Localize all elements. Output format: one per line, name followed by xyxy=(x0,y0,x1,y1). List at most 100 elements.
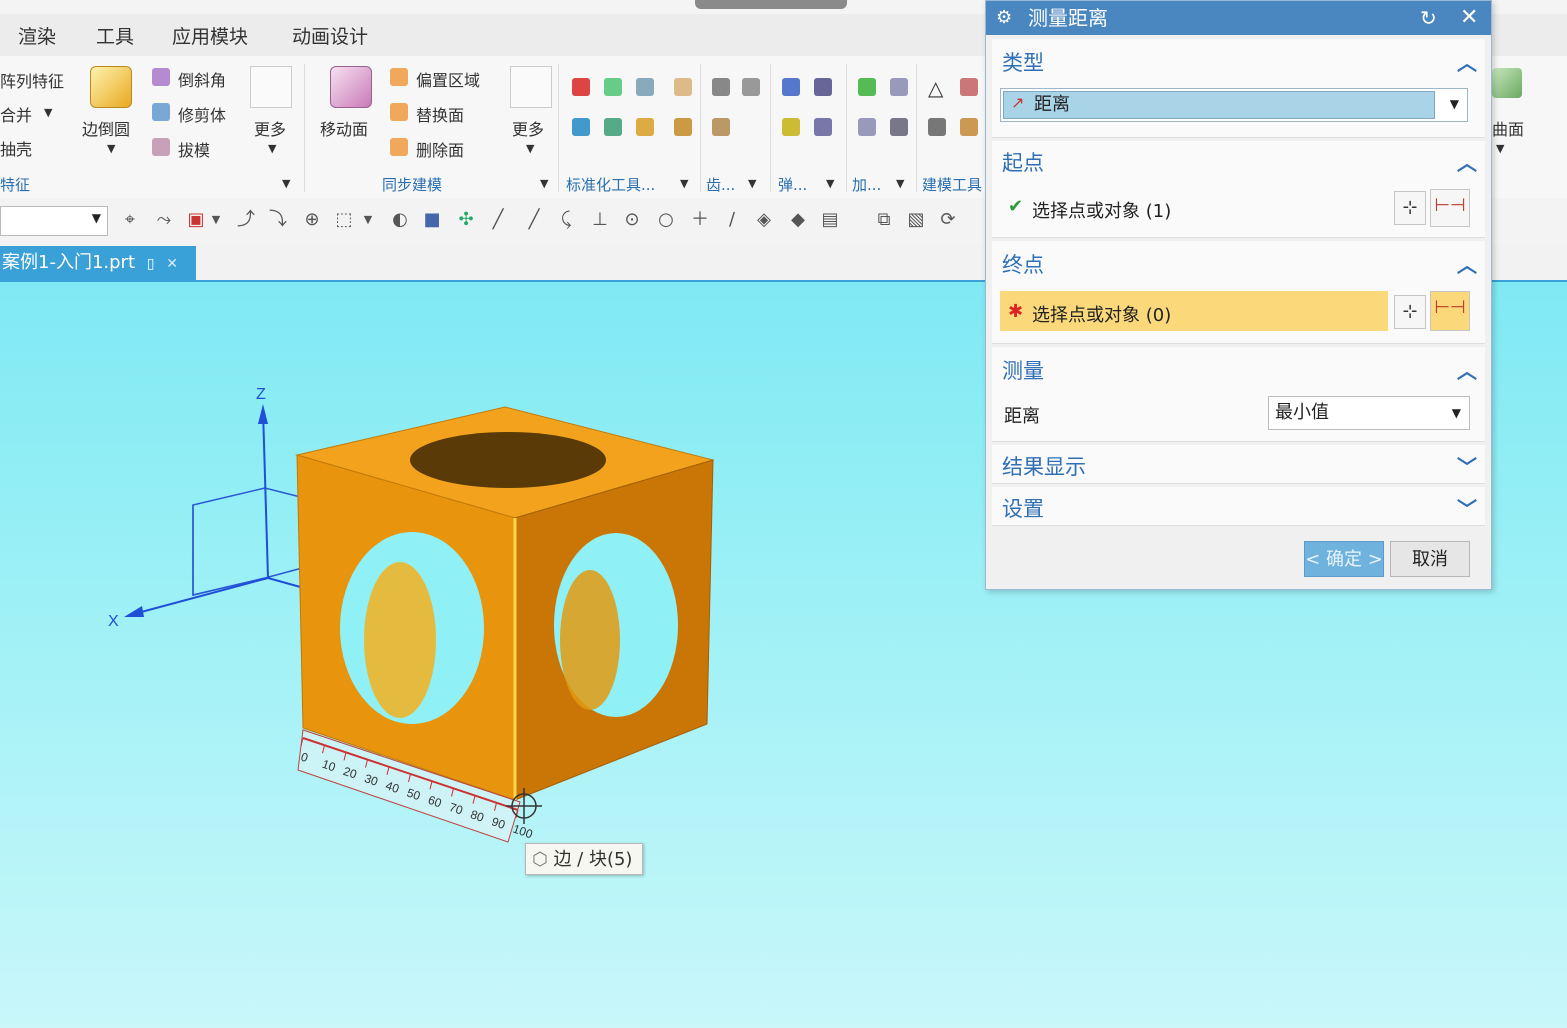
type-combo[interactable]: ↗ 距离 ▼ xyxy=(1000,88,1468,122)
add-group-dropdown-icon[interactable]: ▼ xyxy=(896,177,904,190)
chevron-down-icon[interactable]: ﹀ xyxy=(1457,493,1477,522)
combine-dropdown-icon[interactable]: ▼ xyxy=(44,106,52,119)
more-sync-button[interactable]: 更多 xyxy=(512,116,544,140)
add-tool-icon[interactable] xyxy=(890,118,908,136)
menu-tools[interactable]: 工具 xyxy=(96,22,134,49)
chevron-down-icon[interactable]: ▼ xyxy=(92,211,101,225)
triangle-icon[interactable]: △ xyxy=(928,76,943,100)
end-select-row[interactable]: ✱ 选择点或对象 (0) xyxy=(1000,291,1388,331)
snap-curve-icon[interactable]: ⤹ xyxy=(556,210,576,230)
snap-icon[interactable]: ✣ xyxy=(456,210,476,230)
more-features-dropdown-icon[interactable]: ▼ xyxy=(268,142,276,155)
chevron-up-icon[interactable]: ︿ xyxy=(1457,249,1477,278)
settings-section-header[interactable]: 设置 xyxy=(1002,493,1044,523)
spring-tool-icon[interactable] xyxy=(814,118,832,136)
chamfer-button[interactable]: 倒斜角 xyxy=(178,67,226,91)
chevron-down-icon[interactable]: ▼ xyxy=(1452,397,1461,429)
close-icon[interactable]: ✕ xyxy=(166,256,178,272)
start-select-text[interactable]: 选择点或对象 (1) xyxy=(1032,197,1171,223)
select-icon[interactable]: ▣ xyxy=(186,210,206,230)
chevron-up-icon[interactable]: ︿ xyxy=(1457,355,1477,384)
edge-blend-icon[interactable] xyxy=(90,66,132,108)
add-tool-icon[interactable] xyxy=(858,118,876,136)
reset-icon[interactable]: ↻ xyxy=(1420,1,1437,35)
cancel-button[interactable]: 取消 xyxy=(1390,541,1470,577)
tool-icon[interactable] xyxy=(572,78,590,96)
tool-icon[interactable] xyxy=(604,78,622,96)
end-section-header[interactable]: 终点 xyxy=(1002,249,1044,279)
gear-tool-icon[interactable] xyxy=(712,78,730,96)
more-sync-icon[interactable] xyxy=(510,66,552,108)
gear-group-dropdown-icon[interactable]: ▼ xyxy=(748,177,756,190)
box-select-icon[interactable]: ⬚ xyxy=(334,210,354,230)
snap-face-icon[interactable]: ◈ xyxy=(754,210,774,230)
ok-button[interactable]: < 确定 > xyxy=(1304,541,1384,577)
delete-face-button[interactable]: 删除面 xyxy=(416,137,464,161)
add-tool-icon[interactable] xyxy=(858,78,876,96)
move-face-icon[interactable] xyxy=(330,66,372,108)
tool-icon[interactable] xyxy=(572,118,590,136)
menu-render[interactable]: 渲染 xyxy=(18,22,56,49)
modeling-tool-icon[interactable] xyxy=(960,118,978,136)
tool-icon[interactable] xyxy=(636,118,654,136)
selection-filter-combo[interactable]: ▼ xyxy=(0,206,108,236)
solid-icon[interactable]: ■ xyxy=(422,210,442,230)
snap-face-icon[interactable]: ◆ xyxy=(788,210,808,230)
snap-face-icon[interactable]: ▤ xyxy=(820,210,840,230)
dialog-title-bar[interactable]: ⚙ 测量距离 ↻ ✕ xyxy=(986,1,1491,35)
offset-region-button[interactable]: 偏置区域 xyxy=(416,67,480,91)
spring-tool-icon[interactable] xyxy=(782,78,800,96)
measure-distance-dialog[interactable]: ⚙ 测量距离 ↻ ✕ 类型 ︿ ↗ 距离 ▼ 起点 ︿ ✔ 选择点或对象 (1)… xyxy=(985,0,1492,590)
shell-button[interactable]: 抽壳 xyxy=(0,136,32,160)
point-dialog-button[interactable]: ⊹ xyxy=(1394,191,1426,225)
surface-icon[interactable] xyxy=(1492,68,1522,98)
gear-tool-icon[interactable] xyxy=(742,78,760,96)
edge-blend-button[interactable]: 边倒圆 xyxy=(82,116,130,140)
cube-part[interactable] xyxy=(295,406,715,801)
point-dialog-button[interactable]: ⊹ xyxy=(1394,295,1426,329)
menu-application[interactable]: 应用模块 xyxy=(172,22,248,49)
file-tab[interactable]: 案例1-入门1.prt ▯ ✕ xyxy=(0,246,196,280)
add-tool-icon[interactable] xyxy=(890,78,908,96)
sync-group-dropdown-icon[interactable]: ▼ xyxy=(540,177,548,190)
chevron-up-icon[interactable]: ︿ xyxy=(1457,47,1477,76)
select-icon[interactable]: ⌖ xyxy=(120,210,140,230)
snap-line-icon[interactable]: ╱ xyxy=(524,210,544,230)
menu-animation[interactable]: 动画设计 xyxy=(292,22,368,49)
snap-perp-icon[interactable]: ⊥ xyxy=(590,210,610,230)
inferred-point-button[interactable]: ⊢⊣ xyxy=(1430,291,1470,331)
distance-mode-select[interactable]: 最小值 ▼ xyxy=(1268,396,1470,430)
pattern-feature-button[interactable]: 阵列特征 xyxy=(0,68,64,92)
chevron-down-icon[interactable]: ▼ xyxy=(358,210,378,230)
trim-body-button[interactable]: 修剪体 xyxy=(178,102,226,126)
rotate-icon[interactable]: ⟳ xyxy=(938,210,958,230)
surface-dropdown-icon[interactable]: ▼ xyxy=(1496,142,1504,155)
measure-section-header[interactable]: 测量 xyxy=(1002,355,1044,385)
chevron-down-icon[interactable]: ▼ xyxy=(1450,97,1459,111)
snap-line-icon[interactable]: ∕ xyxy=(722,210,742,230)
tool-icon[interactable] xyxy=(674,118,692,136)
select-icon[interactable]: ⤳ xyxy=(154,210,174,230)
std-tools-dropdown-icon[interactable]: ▼ xyxy=(680,177,688,190)
feature-group-dropdown-icon[interactable]: ▼ xyxy=(282,177,290,190)
select-icon[interactable]: ⤵ xyxy=(268,210,288,230)
replace-face-button[interactable]: 替换面 xyxy=(416,102,464,126)
chevron-down-icon[interactable]: ﹀ xyxy=(1457,451,1477,480)
chevron-down-icon[interactable]: ▼ xyxy=(206,210,226,230)
gear-tool-icon[interactable] xyxy=(712,118,730,136)
close-icon[interactable]: ✕ xyxy=(1460,1,1478,35)
view-icon[interactable]: ⧉ xyxy=(874,210,894,230)
edge-blend-dropdown-icon[interactable]: ▼ xyxy=(107,142,115,155)
solid-icon[interactable]: ◐ xyxy=(390,210,410,230)
modeling-tool-icon[interactable] xyxy=(928,118,946,136)
tool-icon[interactable] xyxy=(636,78,654,96)
more-features-icon[interactable] xyxy=(250,66,292,108)
inferred-point-button[interactable]: ⊢⊣ xyxy=(1430,189,1470,227)
chevron-up-icon[interactable]: ︿ xyxy=(1457,147,1477,176)
snap-point-icon[interactable]: ＋ xyxy=(690,210,710,230)
start-section-header[interactable]: 起点 xyxy=(1002,147,1044,177)
view-icon[interactable]: ▧ xyxy=(906,210,926,230)
spring-tool-icon[interactable] xyxy=(814,78,832,96)
gear-icon[interactable]: ⚙ xyxy=(996,1,1012,35)
move-face-button[interactable]: 移动面 xyxy=(320,116,368,140)
